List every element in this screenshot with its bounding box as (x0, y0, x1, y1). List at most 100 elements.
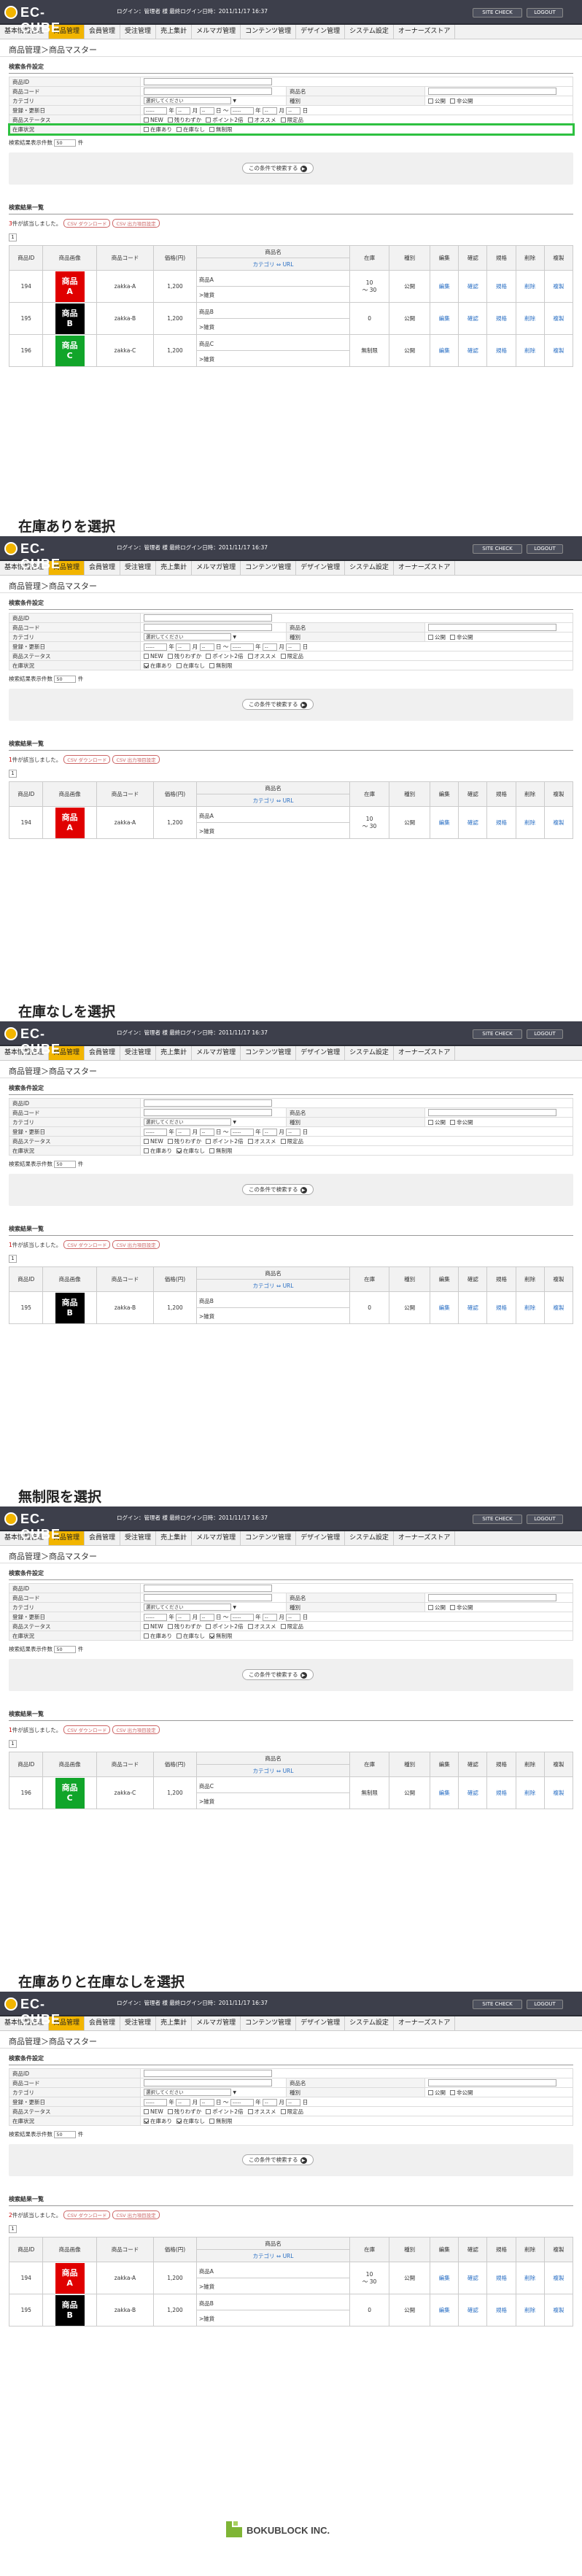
nav-item[interactable]: 受注管理 (120, 25, 157, 39)
edit-link[interactable]: 編集 (430, 806, 459, 839)
site-check-button[interactable]: SITE CHECK (473, 544, 522, 554)
status-checkbox[interactable] (280, 654, 286, 659)
nav-item[interactable]: 会員管理 (85, 25, 121, 39)
nav-item[interactable]: メルマガ管理 (192, 1046, 241, 1060)
status-checkbox[interactable] (167, 1139, 173, 1144)
product-name-input[interactable] (428, 1109, 556, 1116)
day-select[interactable]: -- (286, 1613, 301, 1621)
day-select[interactable]: -- (286, 643, 301, 651)
status-checkbox[interactable] (144, 1624, 149, 1629)
spec-link[interactable]: 規格 (486, 806, 516, 839)
private-checkbox[interactable] (450, 98, 455, 104)
year-select[interactable]: ----- (230, 107, 254, 115)
edit-link[interactable]: 編集 (430, 334, 459, 367)
day-select[interactable]: -- (286, 2098, 301, 2106)
stock-checkbox[interactable] (144, 663, 149, 668)
nav-item[interactable]: オーナーズストア (394, 561, 456, 575)
product-name-input[interactable] (428, 2079, 556, 2086)
nav-item[interactable]: デザイン管理 (296, 1046, 346, 1060)
spec-link[interactable]: 規格 (486, 1291, 516, 1324)
delete-link[interactable]: 削除 (515, 1776, 545, 1809)
status-checkbox[interactable] (167, 1624, 173, 1629)
site-check-button[interactable]: SITE CHECK (473, 1515, 522, 1524)
site-check-button[interactable]: SITE CHECK (473, 8, 522, 18)
csv-download-button[interactable]: CSV ダウンロード (63, 219, 111, 228)
nav-item[interactable]: 売上集計 (156, 1046, 193, 1060)
status-checkbox[interactable] (247, 654, 253, 659)
product-code-input[interactable] (144, 1109, 272, 1116)
csv-download-button[interactable]: CSV ダウンロード (63, 755, 111, 764)
edit-link[interactable]: 編集 (430, 2262, 459, 2294)
nav-item[interactable]: 会員管理 (85, 1531, 121, 1545)
stock-checkbox[interactable] (144, 1633, 149, 1639)
copy-link[interactable]: 複製 (543, 2294, 574, 2326)
stock-checkbox[interactable] (176, 1633, 182, 1639)
logout-button[interactable]: LOGOUT (527, 544, 563, 554)
product-image[interactable]: 商品 A (55, 807, 85, 838)
category-select[interactable]: 選択してください (144, 633, 231, 641)
count-select[interactable]: 50 (54, 1646, 77, 1653)
public-checkbox[interactable] (428, 1605, 433, 1610)
status-checkbox[interactable] (206, 654, 212, 659)
year-select[interactable]: ----- (230, 1128, 254, 1136)
public-checkbox[interactable] (428, 2090, 433, 2095)
nav-item[interactable]: 売上集計 (156, 25, 193, 39)
delete-link[interactable]: 削除 (515, 2294, 545, 2326)
year-select[interactable]: ----- (144, 1613, 167, 1621)
count-select[interactable]: 50 (54, 1161, 77, 1168)
logout-button[interactable]: LOGOUT (527, 1029, 563, 1039)
product-id-input[interactable] (144, 1585, 272, 1592)
month-select[interactable]: -- (263, 107, 278, 115)
category-select[interactable]: 選択してください (144, 97, 231, 104)
page-number[interactable]: 1 (9, 233, 17, 241)
confirm-link[interactable]: 確認 (458, 806, 488, 839)
year-select[interactable]: ----- (144, 1128, 167, 1136)
nav-item[interactable]: オーナーズストア (394, 2016, 456, 2030)
nav-item[interactable]: システム設定 (345, 2016, 394, 2030)
nav-item[interactable]: コンテンツ管理 (241, 561, 297, 575)
edit-link[interactable]: 編集 (430, 270, 459, 303)
count-select[interactable]: 50 (54, 2131, 77, 2138)
month-select[interactable]: -- (263, 2098, 278, 2106)
product-id-input[interactable] (144, 2070, 272, 2077)
status-checkbox[interactable] (167, 117, 173, 123)
status-checkbox[interactable] (144, 117, 149, 123)
delete-link[interactable]: 削除 (515, 1291, 545, 1324)
nav-item[interactable]: 会員管理 (85, 1046, 121, 1060)
nav-item[interactable]: システム設定 (345, 1531, 394, 1545)
delete-link[interactable]: 削除 (515, 806, 545, 839)
product-code-input[interactable] (144, 2079, 272, 2086)
product-name-input[interactable] (428, 1594, 556, 1601)
logout-button[interactable]: LOGOUT (527, 1515, 563, 1524)
nav-item[interactable]: デザイン管理 (296, 561, 346, 575)
month-select[interactable]: -- (263, 643, 278, 651)
confirm-link[interactable]: 確認 (458, 270, 488, 303)
year-select[interactable]: ----- (144, 107, 167, 115)
confirm-link[interactable]: 確認 (458, 1291, 488, 1324)
year-select[interactable]: ----- (144, 2098, 167, 2106)
day-select[interactable]: -- (286, 1128, 301, 1136)
day-select[interactable]: -- (199, 1128, 214, 1136)
public-checkbox[interactable] (428, 635, 433, 640)
nav-item[interactable]: オーナーズストア (394, 1531, 456, 1545)
delete-link[interactable]: 削除 (515, 2262, 545, 2294)
edit-link[interactable]: 編集 (430, 2294, 459, 2326)
status-checkbox[interactable] (144, 654, 149, 659)
stock-checkbox[interactable] (176, 127, 182, 132)
logout-button[interactable]: LOGOUT (527, 8, 563, 18)
status-checkbox[interactable] (167, 654, 173, 659)
nav-item[interactable]: メルマガ管理 (192, 1531, 241, 1545)
stock-checkbox[interactable] (209, 1633, 214, 1639)
month-select[interactable]: -- (176, 1128, 191, 1136)
nav-item[interactable]: 受注管理 (120, 561, 157, 575)
year-select[interactable]: ----- (144, 643, 167, 651)
stock-checkbox[interactable] (176, 1148, 182, 1153)
nav-item[interactable]: 売上集計 (156, 1531, 193, 1545)
month-select[interactable]: -- (176, 1613, 191, 1621)
nav-item[interactable]: メルマガ管理 (192, 25, 241, 39)
stock-checkbox[interactable] (144, 127, 149, 132)
csv-settings-button[interactable]: CSV 出力項目設定 (112, 1725, 160, 1734)
nav-item[interactable]: システム設定 (345, 1046, 394, 1060)
day-select[interactable]: -- (286, 107, 301, 115)
nav-item[interactable]: システム設定 (345, 25, 394, 39)
